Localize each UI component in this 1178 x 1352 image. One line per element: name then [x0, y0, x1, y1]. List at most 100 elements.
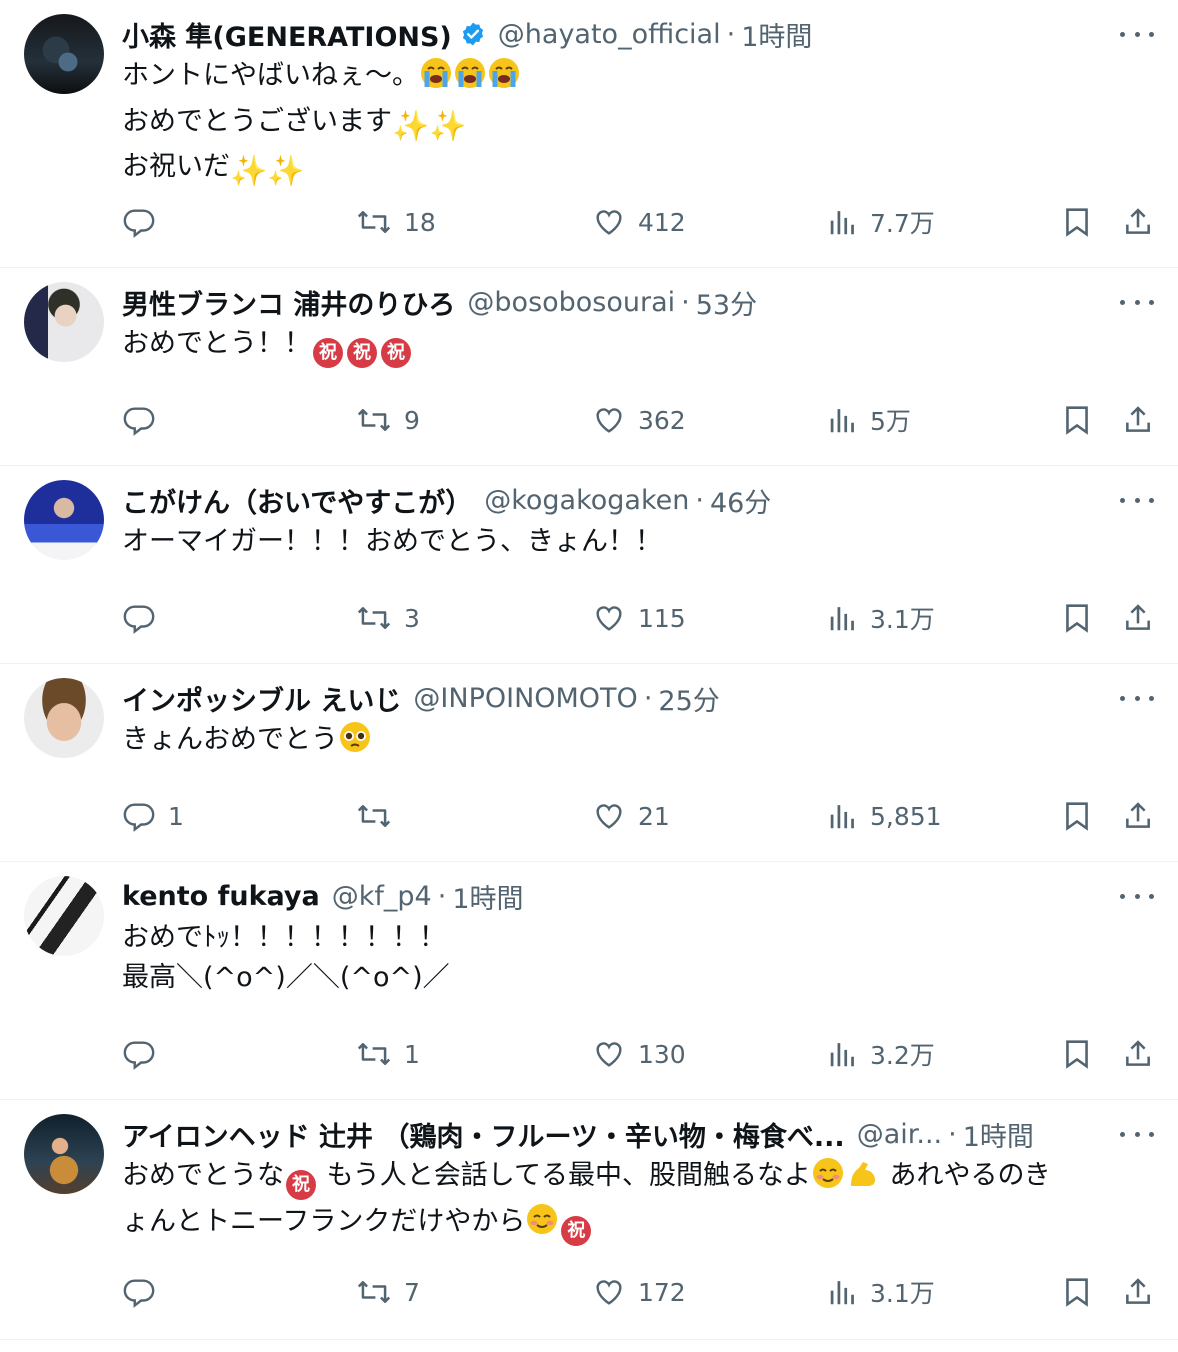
- more-options-icon[interactable]: [1120, 686, 1154, 710]
- tweet[interactable]: 小森 隼(GENERATIONS) @hayato_official · 1時間…: [0, 0, 1178, 268]
- retweet-button[interactable]: 18: [356, 200, 436, 244]
- handle[interactable]: @air...: [857, 1119, 942, 1150]
- reply-button[interactable]: [122, 398, 168, 442]
- like-button[interactable]: 130: [592, 1032, 686, 1076]
- bookmark-button[interactable]: [1062, 1032, 1092, 1076]
- retweet-count: 3: [404, 603, 420, 633]
- display-name[interactable]: インポッシブル えいじ: [122, 679, 401, 718]
- separator-dot: ·: [726, 18, 736, 50]
- bookmark-button[interactable]: [1062, 1270, 1092, 1314]
- reply-button[interactable]: [122, 1270, 168, 1314]
- handle[interactable]: @bosobosourai: [467, 287, 675, 318]
- verified-badge-icon: [460, 21, 486, 47]
- tweet-header: 男性ブランコ 浦井のりひろ @bosobosourai · 53分: [122, 282, 1112, 322]
- avatar[interactable]: [24, 876, 104, 956]
- retweet-button[interactable]: 3: [356, 596, 420, 640]
- bookmark-button[interactable]: [1062, 398, 1092, 442]
- views-button[interactable]: 3.2万: [828, 1032, 935, 1076]
- avatar[interactable]: [24, 480, 104, 560]
- like-button[interactable]: 362: [592, 398, 686, 442]
- crying-face-icon: [453, 56, 487, 102]
- reply-icon: [122, 1275, 156, 1309]
- handle[interactable]: @kf_p4: [332, 881, 432, 912]
- tweet-line: おめでﾄｯ！！！！！！！！: [122, 922, 446, 953]
- tweet[interactable]: kento fukaya @kf_p4 · 1時間 おめでﾄｯ！！！！！！！！ …: [0, 862, 1178, 1100]
- share-button[interactable]: [1122, 398, 1154, 442]
- share-button[interactable]: [1122, 794, 1154, 838]
- reply-icon: [122, 1037, 156, 1071]
- more-options-icon[interactable]: [1120, 884, 1154, 908]
- like-count: 130: [638, 1039, 686, 1069]
- like-button[interactable]: 172: [592, 1270, 686, 1314]
- tweet-text: ホントにやばいねぇ〜。 おめでとうございます✨✨ お祝いだ✨✨: [122, 56, 1162, 192]
- views-button[interactable]: 5万: [828, 398, 911, 442]
- share-button[interactable]: [1122, 1270, 1154, 1314]
- bookmark-icon: [1062, 799, 1092, 833]
- reply-count: 1: [168, 801, 184, 831]
- handle[interactable]: @INPOINOMOTO: [413, 683, 637, 714]
- share-icon: [1122, 1037, 1154, 1071]
- sparkles-icon: ✨: [429, 109, 467, 144]
- tweet-header: こがけん（おいでやすこが） @kogakogaken · 46分: [122, 480, 1112, 520]
- timestamp[interactable]: 53分: [696, 283, 757, 322]
- tweet[interactable]: 男性ブランコ 浦井のりひろ @bosobosourai · 53分 おめでとう！…: [0, 268, 1178, 466]
- tweet-text: きょんおめでとう: [122, 720, 1162, 766]
- crying-face-icon: [419, 56, 453, 102]
- views-button[interactable]: 3.1万: [828, 1270, 935, 1314]
- retweet-icon: [356, 1275, 392, 1309]
- bookmark-button[interactable]: [1062, 596, 1092, 640]
- timestamp[interactable]: 1時間: [963, 1115, 1034, 1154]
- retweet-count: 9: [404, 405, 420, 435]
- retweet-button[interactable]: 7: [356, 1270, 420, 1314]
- bookmark-button[interactable]: [1062, 794, 1092, 838]
- reply-button[interactable]: [122, 596, 168, 640]
- share-button[interactable]: [1122, 596, 1154, 640]
- tweet-text: おめでとう！！祝祝祝: [122, 324, 1162, 368]
- share-button[interactable]: [1122, 1032, 1154, 1076]
- tweet[interactable]: こがけん（おいでやすこが） @kogakogaken · 46分 オーマイガー！…: [0, 466, 1178, 664]
- handle[interactable]: @kogakogaken: [484, 485, 689, 516]
- display-name[interactable]: kento fukaya: [122, 881, 320, 912]
- like-button[interactable]: 115: [592, 596, 686, 640]
- reply-button[interactable]: [122, 200, 168, 244]
- more-options-icon[interactable]: [1120, 488, 1154, 512]
- views-button[interactable]: 5,851: [828, 794, 942, 838]
- timestamp[interactable]: 1時間: [452, 877, 523, 916]
- views-button[interactable]: 7.7万: [828, 200, 935, 244]
- display-name[interactable]: アイロンヘッド 辻井 （鶏肉・フルーツ・辛い物・梅食べ...: [122, 1115, 845, 1154]
- share-button[interactable]: [1122, 200, 1154, 244]
- more-options-icon[interactable]: [1120, 22, 1154, 46]
- tweet-line: 最高＼(^o^)／＼(^o^)／: [122, 962, 450, 993]
- retweet-button[interactable]: 9: [356, 398, 420, 442]
- display-name[interactable]: 男性ブランコ 浦井のりひろ: [122, 283, 455, 322]
- views-button[interactable]: 3.1万: [828, 596, 935, 640]
- retweet-button[interactable]: 1: [356, 1032, 420, 1076]
- more-options-icon[interactable]: [1120, 290, 1154, 314]
- tweet[interactable]: アイロンヘッド 辻井 （鶏肉・フルーツ・辛い物・梅食べ... @air... ·…: [0, 1100, 1178, 1340]
- reply-icon: [122, 205, 156, 239]
- timestamp[interactable]: 46分: [710, 481, 771, 520]
- like-button[interactable]: 412: [592, 200, 686, 244]
- pleading-face-icon: [338, 720, 372, 766]
- avatar[interactable]: [24, 14, 104, 94]
- display-name[interactable]: 小森 隼(GENERATIONS): [122, 15, 452, 54]
- timestamp[interactable]: 1時間: [741, 15, 812, 54]
- retweet-count: 1: [404, 1039, 420, 1069]
- avatar[interactable]: [24, 1114, 104, 1194]
- avatar[interactable]: [24, 282, 104, 362]
- tweet[interactable]: インポッシブル えいじ @INPOINOMOTO · 25分 きょんおめでとう …: [0, 664, 1178, 862]
- display-name[interactable]: こがけん（おいでやすこが）: [122, 481, 472, 520]
- action-bar: 9 362 5万: [0, 398, 1178, 442]
- retweet-icon: [356, 1037, 392, 1071]
- reply-button[interactable]: [122, 1032, 168, 1076]
- handle[interactable]: @hayato_official: [498, 19, 721, 50]
- bookmark-button[interactable]: [1062, 200, 1092, 244]
- like-button[interactable]: 21: [592, 794, 670, 838]
- avatar[interactable]: [24, 678, 104, 758]
- tweet-header: アイロンヘッド 辻井 （鶏肉・フルーツ・辛い物・梅食べ... @air... ·…: [122, 1114, 1112, 1154]
- heart-icon: [592, 1275, 626, 1309]
- timestamp[interactable]: 25分: [658, 679, 719, 718]
- reply-button[interactable]: 1: [122, 794, 184, 838]
- more-options-icon[interactable]: [1120, 1122, 1154, 1146]
- retweet-button[interactable]: [356, 794, 404, 838]
